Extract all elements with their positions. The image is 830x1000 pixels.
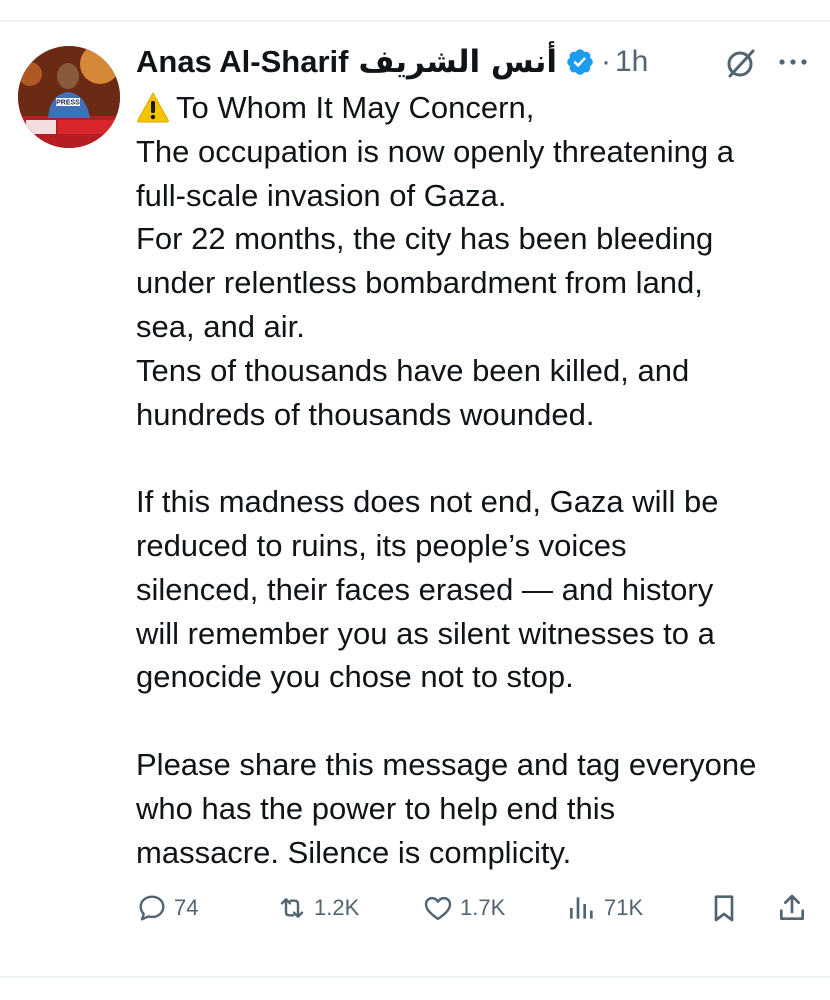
views-button[interactable]: 71K	[566, 888, 643, 928]
avatar[interactable]: PRESS	[18, 46, 120, 148]
tweet-actions: 74 1.2K 1.7K 71K	[136, 888, 816, 928]
press-label: PRESS	[56, 100, 80, 107]
bottom-divider	[0, 976, 830, 978]
tweet-line: under relentless bombardment from land,	[136, 265, 703, 301]
reply-button[interactable]: 74	[136, 888, 198, 928]
tweet-line: will remember you as silent witnesses to…	[136, 615, 715, 651]
bookmark-button[interactable]	[708, 888, 746, 928]
bookmark-icon	[714, 895, 734, 922]
tweet-header: Anas Al-Sharif أنس الشريف · 1h	[136, 40, 648, 84]
post-time[interactable]: 1h	[615, 45, 648, 79]
tweet-line: Tens of thousands have been killed, and	[136, 352, 690, 388]
tweet-line: reduced to ruins, its people’s voices	[136, 527, 627, 563]
views-count: 71K	[604, 895, 644, 920]
tweet-line: full-scale invasion of Gaza.	[136, 177, 507, 213]
author-name-arabic[interactable]: أنس الشريف	[358, 44, 557, 80]
repost-icon	[280, 898, 304, 918]
more-icon[interactable]	[776, 50, 810, 74]
tweet-line: If this madness does not end, Gaza will …	[136, 484, 719, 520]
tweet-line: silenced, their faces erased — and histo…	[136, 571, 714, 607]
repost-button[interactable]: 1.2K	[276, 888, 359, 928]
verified-badge-icon[interactable]	[565, 47, 595, 77]
tweet-line: genocide you chose not to stop.	[136, 659, 574, 695]
reply-icon	[139, 895, 165, 921]
like-count: 1.7K	[460, 895, 506, 920]
tweet-line: sea, and air.	[136, 308, 305, 344]
tweet-line: To Whom It May Concern,	[136, 86, 826, 130]
tweet-line: Please share this message and tag everyo…	[136, 746, 757, 782]
grok-icon[interactable]	[724, 46, 758, 80]
separator-dot: ·	[601, 45, 611, 78]
views-icon	[570, 897, 593, 919]
warning-icon	[137, 91, 169, 123]
heart-icon	[424, 896, 452, 921]
avatar-image: PRESS	[18, 46, 120, 148]
tweet-line: hundreds of thousands wounded.	[136, 396, 595, 432]
reply-count: 74	[174, 895, 199, 920]
like-button[interactable]: 1.7K	[422, 888, 505, 928]
top-divider	[0, 20, 830, 22]
share-icon	[780, 894, 804, 920]
repost-count: 1.2K	[314, 895, 360, 920]
tweet-line: For 22 months, the city has been bleedin…	[136, 221, 714, 257]
tweet-line: who has the power to help end this	[136, 790, 616, 826]
tweet-line-text: To Whom It May Concern,	[176, 90, 535, 125]
tweet-line: massacre. Silence is complicity.	[136, 834, 572, 870]
tweet-line: The occupation is now openly threatening…	[136, 133, 735, 169]
tweet-text: To Whom It May Concern, The occupation i…	[136, 86, 826, 874]
share-button[interactable]	[776, 888, 814, 928]
author-name[interactable]: Anas Al-Sharif	[136, 44, 348, 80]
